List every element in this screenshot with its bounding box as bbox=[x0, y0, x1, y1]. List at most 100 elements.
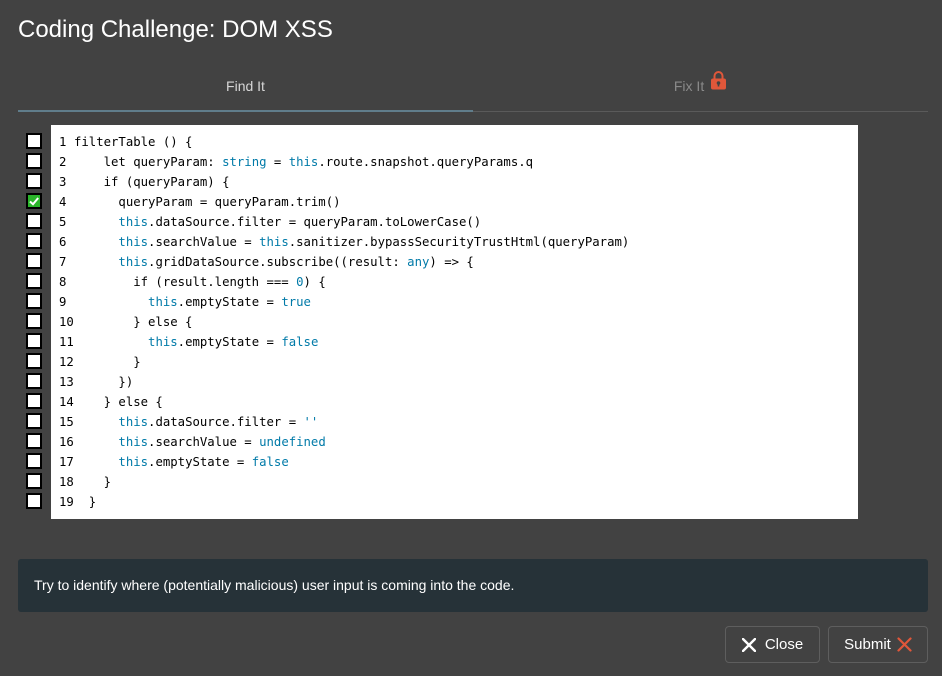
code-text: .searchValue = bbox=[148, 235, 260, 249]
line-checkbox[interactable] bbox=[26, 413, 42, 429]
code-text: .dataSource.filter = queryParam.toLowerC… bbox=[148, 215, 482, 229]
code-text: = bbox=[266, 155, 289, 169]
line-number: 9 bbox=[59, 295, 67, 309]
submit-button[interactable]: Submit bbox=[828, 626, 928, 663]
code-text: let queryParam: bbox=[74, 155, 223, 169]
line-checkbox[interactable] bbox=[26, 333, 42, 349]
code-keyword: this bbox=[118, 415, 149, 429]
tab-find-it[interactable]: Find It bbox=[18, 64, 473, 112]
code-text: .emptyState = bbox=[177, 295, 282, 309]
code-text: .emptyState = bbox=[148, 455, 252, 469]
code-keyword: this bbox=[118, 235, 149, 249]
code-text: } else { bbox=[74, 395, 163, 409]
code-text: } bbox=[74, 495, 97, 509]
line-number: 18 bbox=[59, 475, 74, 489]
code-line: 11 this.emptyState = false bbox=[59, 332, 858, 352]
code-text: if (queryParam) { bbox=[74, 175, 230, 189]
code-line: 18 } bbox=[59, 472, 858, 492]
code-text: } bbox=[74, 475, 112, 489]
line-number: 7 bbox=[59, 255, 67, 269]
code-text: ) { bbox=[303, 275, 326, 289]
line-number: 4 bbox=[59, 195, 67, 209]
code-keyword: this bbox=[148, 335, 178, 349]
code-text: } bbox=[74, 355, 141, 369]
code-text: .searchValue = bbox=[148, 435, 260, 449]
tab-bar: Find It Fix It bbox=[18, 64, 928, 112]
code-keyword: this bbox=[118, 435, 149, 449]
code-line: 17 this.emptyState = false bbox=[59, 452, 858, 472]
close-button[interactable]: Close bbox=[725, 626, 820, 663]
submit-button-label: Submit bbox=[844, 636, 891, 653]
code-text: filterTable () { bbox=[74, 135, 193, 149]
code-keyword: this bbox=[118, 455, 149, 469]
tab-fix-it[interactable]: Fix It bbox=[473, 64, 928, 111]
line-checkbox[interactable] bbox=[26, 493, 42, 509]
hint-box: Try to identify where (potentially malic… bbox=[18, 559, 928, 612]
line-checkbox[interactable] bbox=[26, 213, 42, 229]
line-checkbox[interactable] bbox=[26, 173, 42, 189]
code-text: queryParam = queryParam.trim() bbox=[74, 195, 341, 209]
code-line: 4 queryParam = queryParam.trim() bbox=[59, 192, 858, 212]
code-line: 3 if (queryParam) { bbox=[59, 172, 858, 192]
code-keyword: false bbox=[251, 455, 289, 469]
code-keyword: any bbox=[407, 255, 430, 269]
code-text: .route.snapshot.queryParams.q bbox=[318, 155, 534, 169]
line-checkbox[interactable] bbox=[26, 393, 42, 409]
code-keyword: this bbox=[148, 295, 178, 309]
line-selector-column bbox=[26, 131, 42, 513]
code-line: 7 this.gridDataSource.subscribe((result:… bbox=[59, 252, 858, 272]
line-checkbox[interactable] bbox=[26, 313, 42, 329]
code-line: 19 } bbox=[59, 492, 858, 512]
code-text: .dataSource.filter = bbox=[148, 415, 304, 429]
code-line: 2 let queryParam: string = this.route.sn… bbox=[59, 152, 858, 172]
code-keyword: this bbox=[118, 255, 149, 269]
close-button-label: Close bbox=[764, 636, 804, 653]
code-keyword: false bbox=[281, 335, 319, 349]
line-checkbox[interactable] bbox=[26, 233, 42, 249]
code-keyword: 0 bbox=[296, 275, 304, 289]
code-keyword: string bbox=[222, 155, 267, 169]
code-line: 15 this.dataSource.filter = '' bbox=[59, 412, 858, 432]
code-text: } else { bbox=[74, 315, 193, 329]
code-line: 10 } else { bbox=[59, 312, 858, 332]
line-checkbox[interactable] bbox=[26, 433, 42, 449]
line-checkbox[interactable] bbox=[26, 453, 42, 469]
cross-icon bbox=[897, 637, 912, 652]
code-panel: 1 filterTable () {2 let queryParam: strin… bbox=[51, 125, 858, 519]
line-checkbox[interactable] bbox=[26, 153, 42, 169]
code-text: .emptyState = bbox=[177, 335, 282, 349]
line-checkbox[interactable] bbox=[26, 473, 42, 489]
line-checkbox[interactable] bbox=[26, 253, 42, 269]
line-number: 19 bbox=[59, 495, 74, 509]
code-keyword: this bbox=[288, 155, 319, 169]
line-number: 10 bbox=[59, 315, 74, 329]
line-checkbox[interactable] bbox=[26, 353, 42, 369]
line-number: 5 bbox=[59, 215, 67, 229]
line-number: 8 bbox=[59, 275, 67, 289]
tab-fix-it-label: Fix It bbox=[673, 78, 705, 94]
code-line: 16 this.searchValue = undefined bbox=[59, 432, 858, 452]
line-checkbox[interactable] bbox=[26, 373, 42, 389]
code-text: .sanitizer.bypassSecurityTrustHtml(query… bbox=[288, 235, 630, 249]
lock-icon bbox=[710, 63, 727, 107]
hint-text: Try to identify where (potentially malic… bbox=[34, 577, 515, 593]
line-checkbox[interactable] bbox=[26, 133, 42, 149]
line-number: 12 bbox=[59, 355, 74, 369]
line-checkbox[interactable] bbox=[26, 293, 42, 309]
line-checkbox[interactable] bbox=[26, 193, 42, 209]
line-number: 17 bbox=[59, 455, 74, 469]
line-checkbox[interactable] bbox=[26, 273, 42, 289]
code-keyword: '' bbox=[303, 415, 319, 429]
dialog-title: Coding Challenge: DOM XSS bbox=[18, 16, 333, 43]
code-line: 6 this.searchValue = this.sanitizer.bypa… bbox=[59, 232, 858, 252]
code-line: 8 if (result.length === 0) { bbox=[59, 272, 858, 292]
close-icon bbox=[741, 637, 756, 652]
